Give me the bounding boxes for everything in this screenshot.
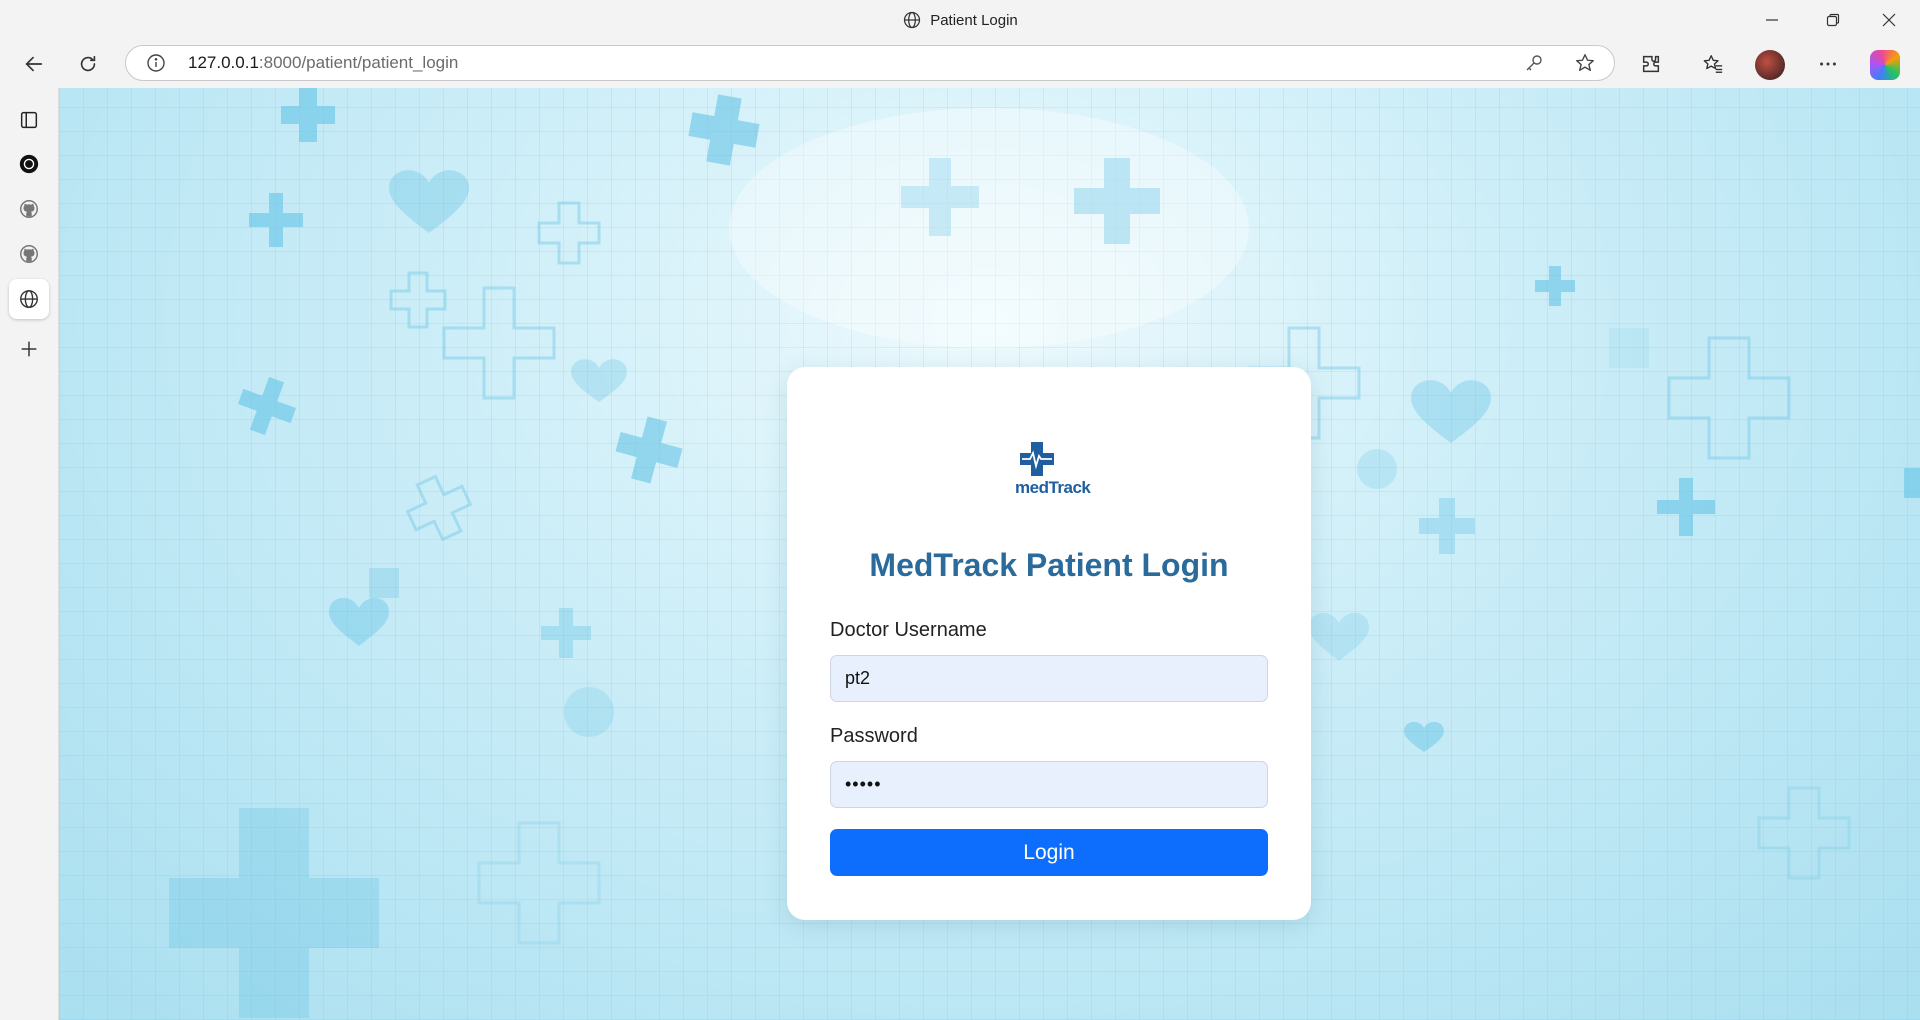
close-icon [1882, 13, 1896, 27]
back-icon [25, 56, 43, 72]
refresh-button[interactable] [70, 46, 106, 82]
password-label: Password [830, 725, 918, 747]
login-card: medTrack MedTrack Patient Login Doctor U… [787, 367, 1311, 920]
github-icon [20, 200, 38, 218]
refresh-icon [80, 55, 96, 72]
sidebar-item-chatgpt[interactable] [9, 144, 49, 184]
close-window-button[interactable] [1862, 0, 1916, 40]
password-field[interactable]: ••••• [830, 761, 1268, 808]
more-icon [1820, 62, 1836, 66]
globe-icon [20, 290, 38, 308]
more-button[interactable] [1810, 46, 1846, 82]
url-text[interactable]: 127.0.0.1:8000/patient/patient_login [188, 46, 458, 80]
url-host: 127.0.0.1 [188, 53, 259, 72]
sidebar-item-github-1[interactable] [9, 189, 49, 229]
logo-text: medTrack [1015, 478, 1091, 497]
back-button[interactable] [16, 46, 52, 82]
github-icon [20, 245, 38, 263]
username-label: Doctor Username [830, 619, 987, 641]
medical-cross-logo-icon [1020, 442, 1054, 476]
add-icon [21, 341, 37, 357]
minimize-icon [1766, 19, 1778, 21]
favorites-icon [1703, 55, 1723, 73]
login-button[interactable]: Login [830, 829, 1268, 876]
vertical-sidebar [0, 88, 59, 1020]
globe-icon [904, 11, 921, 29]
window-title: Patient Login [0, 0, 1920, 40]
copilot-icon[interactable] [1870, 50, 1900, 80]
extensions-button[interactable] [1633, 46, 1669, 82]
medtrack-logo: medTrack [1015, 442, 1091, 502]
page-title: MedTrack Patient Login [869, 547, 1229, 583]
window-title-text: Patient Login [930, 11, 1018, 29]
star-icon[interactable] [1574, 52, 1596, 74]
key-icon[interactable] [1524, 53, 1544, 73]
extensions-icon [1642, 55, 1660, 73]
url-path: :8000/patient/patient_login [258, 53, 459, 72]
favorites-button[interactable] [1695, 46, 1731, 82]
tabs-icon [20, 111, 38, 129]
openai-icon [19, 154, 39, 174]
title-bar: Patient Login [0, 0, 1920, 40]
add-sidebar-item-button[interactable] [9, 329, 49, 369]
sidebar-item-current-tab[interactable] [9, 279, 49, 319]
info-icon[interactable] [146, 53, 166, 73]
browser-toolbar: 127.0.0.1:8000/patient/patient_login [0, 40, 1920, 88]
minimize-button[interactable] [1745, 0, 1799, 40]
username-field[interactable]: pt2 [830, 655, 1268, 702]
sidebar-item-github-2[interactable] [9, 234, 49, 274]
restore-icon [1826, 13, 1840, 27]
tab-actions-button[interactable] [9, 100, 49, 140]
profile-avatar[interactable] [1755, 50, 1785, 80]
page-content: medTrack MedTrack Patient Login Doctor U… [59, 88, 1920, 1020]
restore-button[interactable] [1806, 0, 1860, 40]
address-bar[interactable]: 127.0.0.1:8000/patient/patient_login [125, 45, 1615, 81]
